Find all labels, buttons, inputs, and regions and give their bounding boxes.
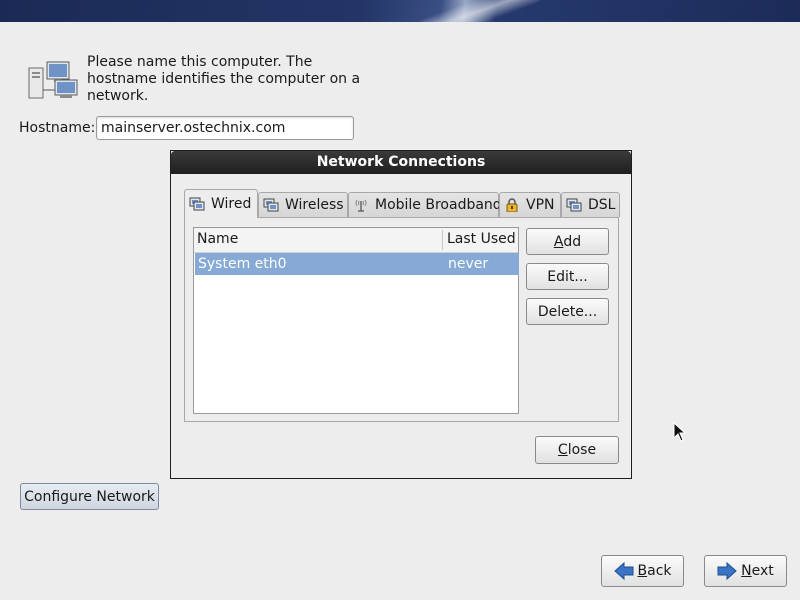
- connection-name: System eth0: [198, 256, 287, 272]
- delete-button[interactable]: Delete...: [526, 298, 609, 325]
- back-arrow-icon: [613, 562, 633, 580]
- wireless-icon: [263, 198, 279, 212]
- table-row[interactable]: System eth0 never: [195, 253, 519, 275]
- tab-label: Wired: [211, 196, 252, 212]
- dialog-title: Network Connections: [171, 151, 631, 174]
- intro-line: Please name this computer. The: [87, 54, 313, 70]
- back-label-rest: ack: [647, 563, 672, 579]
- connection-type-tabs: Wired Wireless Mobile Broadband VPN DSL: [184, 189, 620, 218]
- close-label-rest: lose: [567, 442, 597, 458]
- close-button[interactable]: Close: [535, 436, 619, 464]
- close-mnemonic: C: [557, 442, 568, 458]
- hostname-input[interactable]: [96, 116, 354, 140]
- network-computers-icon: [28, 61, 78, 99]
- wired-tab-panel: Name Last Used System eth0 never Add Edi…: [184, 217, 619, 422]
- tab-mobile-broadband[interactable]: Mobile Broadband: [348, 192, 502, 217]
- add-button[interactable]: Add: [526, 228, 609, 255]
- tab-label: Wireless: [285, 197, 344, 213]
- hostname-label: Hostname:: [19, 120, 96, 136]
- mouse-cursor-icon: [673, 422, 687, 442]
- intro-text: Please name this computer. The hostname …: [87, 54, 377, 105]
- column-header-name[interactable]: Name: [197, 231, 238, 247]
- banner-streak: [420, 0, 540, 22]
- next-button[interactable]: Next: [704, 555, 787, 587]
- network-connections-dialog: Network Connections Wired Wireless Mobil…: [170, 150, 632, 479]
- top-banner: [0, 0, 800, 22]
- vpn-lock-icon: [506, 198, 518, 212]
- tab-vpn[interactable]: VPN: [499, 192, 561, 217]
- wired-icon: [189, 197, 205, 211]
- tab-dsl[interactable]: DSL: [561, 192, 620, 217]
- tab-label: VPN: [526, 197, 555, 213]
- column-header-last-used[interactable]: Last Used: [447, 231, 516, 247]
- tab-label: DSL: [588, 197, 616, 213]
- connection-last-used: never: [448, 256, 489, 272]
- list-header: Name Last Used: [194, 228, 518, 253]
- dsl-icon: [566, 198, 582, 212]
- add-mnemonic: A: [553, 233, 564, 250]
- intro-line: hostname identifies the computer on a: [87, 71, 361, 87]
- back-button[interactable]: Back: [601, 555, 684, 587]
- next-arrow-icon: [717, 562, 737, 580]
- connections-list[interactable]: Name Last Used System eth0 never: [193, 227, 519, 414]
- intro-line: network.: [87, 88, 149, 104]
- back-mnemonic: B: [637, 563, 648, 579]
- column-separator: [442, 230, 443, 250]
- add-label-rest: dd: [563, 233, 582, 250]
- tab-wired[interactable]: Wired: [184, 189, 258, 218]
- tab-label: Mobile Broadband: [375, 197, 502, 213]
- configure-network-button[interactable]: Configure Network: [20, 483, 159, 510]
- edit-button[interactable]: Edit...: [526, 263, 609, 290]
- next-mnemonic: N: [741, 563, 752, 579]
- next-label-rest: ext: [751, 563, 774, 579]
- tab-wireless[interactable]: Wireless: [258, 192, 348, 217]
- mobile-broadband-icon: [355, 199, 367, 212]
